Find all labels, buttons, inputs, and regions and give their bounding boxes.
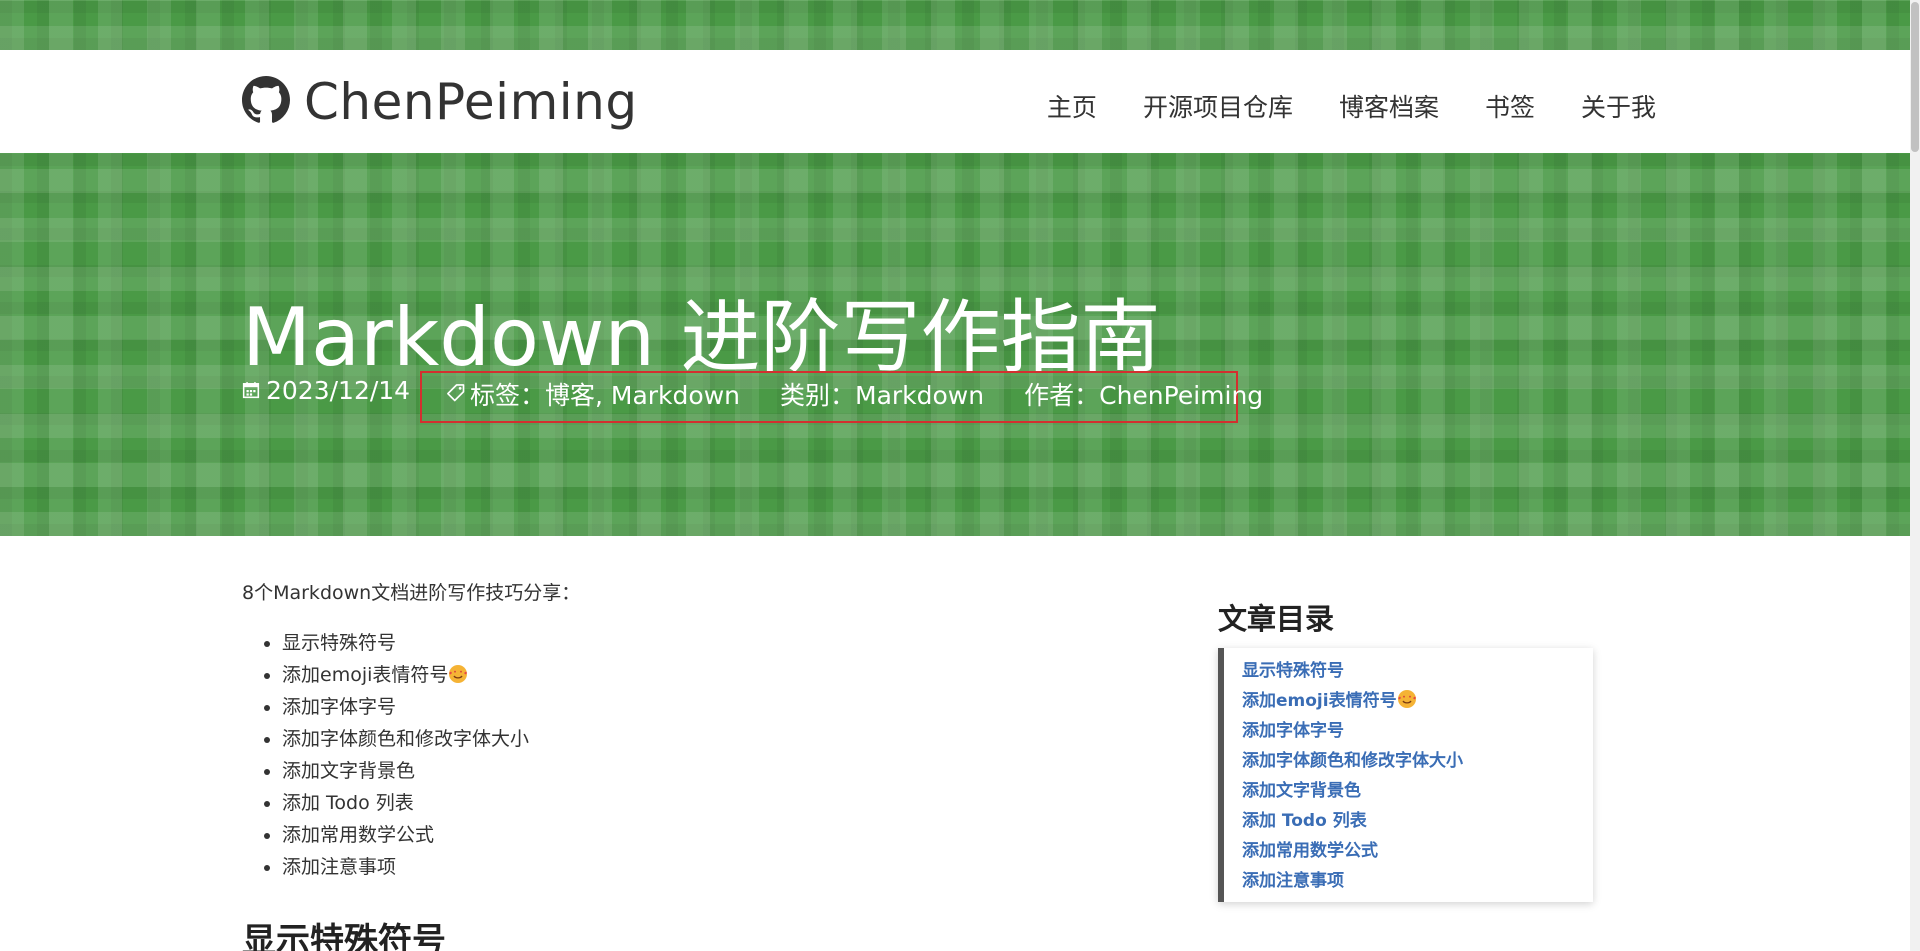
top-banner-strip [0, 0, 1910, 50]
toc-box: 显示特殊符号 添加emoji表情符号 添加字体字号 添加字体颜色和修改字体大小 … [1218, 648, 1593, 902]
toc-link[interactable]: 添加字体颜色和修改字体大小 [1242, 746, 1593, 776]
list-item: 添加 Todo 列表 [282, 791, 1142, 816]
nav-item-repos[interactable]: 开源项目仓库 [1143, 88, 1293, 124]
scrollbar-thumb[interactable] [1911, 2, 1919, 152]
toc-link[interactable]: 添加文字背景色 [1242, 776, 1593, 806]
list-item: 显示特殊符号 [282, 631, 1142, 656]
post-content: 8个Markdown文档进阶写作技巧分享： 显示特殊符号 添加emoji表情符号… [242, 578, 1142, 887]
post-intro: 8个Markdown文档进阶写作技巧分享： [242, 582, 581, 604]
nav-item-bookmarks[interactable]: 书签 [1485, 88, 1535, 124]
post-category[interactable]: 类别：Markdown [780, 376, 984, 412]
calendar-icon [242, 376, 260, 405]
site-header: ChenPeiming 主页 开源项目仓库 博客档案 书签 关于我 [0, 50, 1910, 153]
main-nav: 主页 开源项目仓库 博客档案 书签 关于我 [1047, 88, 1656, 124]
nav-item-archive[interactable]: 博客档案 [1339, 88, 1439, 124]
list-item: 添加文字背景色 [282, 759, 1142, 784]
post-hero: Markdown 进阶写作指南 2023/12/14 标签：博客, Markdo… [0, 153, 1910, 536]
toc-link[interactable]: 显示特殊符号 [1242, 656, 1593, 686]
toc-link[interactable]: 添加字体字号 [1242, 716, 1593, 746]
toc-link[interactable]: 添加 Todo 列表 [1242, 806, 1593, 836]
post-date-text: 2023/12/14 [266, 376, 411, 405]
section-heading: 显示特殊符号 [242, 921, 446, 951]
nav-item-about[interactable]: 关于我 [1581, 88, 1656, 124]
smiling-face-hearts-icon [448, 664, 468, 684]
brand-name: ChenPeiming [304, 73, 638, 131]
post-date: 2023/12/14 [242, 376, 410, 405]
post-meta-details: 标签：博客, Markdown 类别：Markdown 作者：ChenPeimi… [446, 376, 1263, 412]
list-item: 添加注意事项 [282, 855, 1142, 880]
post-tags-text: 标签：博客, Markdown [470, 381, 740, 410]
feature-list: 显示特殊符号 添加emoji表情符号 添加字体字号 添加字体颜色和修改字体大小 … [282, 631, 1142, 880]
brand-link[interactable]: ChenPeiming [242, 72, 638, 132]
list-item: 添加emoji表情符号 [282, 663, 1142, 688]
list-item: 添加字体颜色和修改字体大小 [282, 727, 1142, 752]
toc-link[interactable]: 添加常用数学公式 [1242, 836, 1593, 866]
article-toc-sidebar: 文章目录 显示特殊符号 添加emoji表情符号 添加字体字号 添加字体颜色和修改… [1218, 596, 1593, 902]
nav-item-home[interactable]: 主页 [1047, 88, 1097, 124]
toc-link-emoji[interactable]: 添加emoji表情符号 [1242, 686, 1593, 716]
post-meta: 2023/12/14 [242, 376, 410, 405]
smiling-face-hearts-icon [1397, 689, 1417, 709]
post-tags[interactable]: 标签：博客, Markdown [446, 376, 740, 412]
post-author: 作者：ChenPeiming [1024, 381, 1264, 410]
list-item: 添加常用数学公式 [282, 823, 1142, 848]
github-icon [242, 76, 290, 128]
toc-link[interactable]: 添加注意事项 [1242, 866, 1593, 896]
page-scrollbar[interactable] [1910, 0, 1920, 951]
list-item: 添加字体字号 [282, 695, 1142, 720]
sidebar-title: 文章目录 [1218, 602, 1335, 636]
tag-icon [446, 380, 466, 409]
